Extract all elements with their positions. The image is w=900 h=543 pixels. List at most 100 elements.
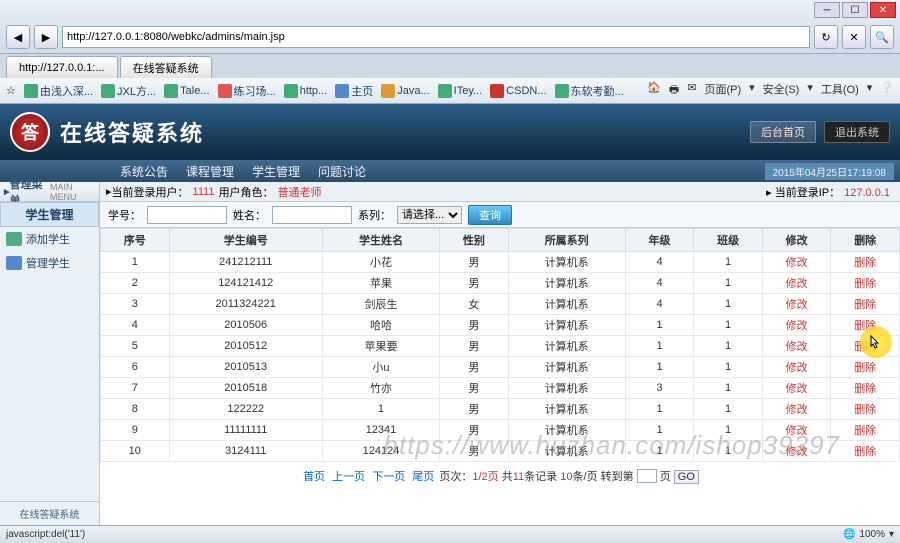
- sidebar-section-student[interactable]: 学生管理: [0, 202, 99, 227]
- table-cell: 男: [440, 315, 509, 336]
- bookmark-icon: [335, 84, 349, 98]
- refresh-button[interactable]: ↻: [814, 25, 838, 49]
- sidebar-item-label: 添加学生: [26, 231, 70, 247]
- col-header: 序号: [101, 229, 170, 252]
- bookmark-icon: [438, 84, 452, 98]
- edit-link[interactable]: 修改: [762, 420, 831, 441]
- search-submit-button[interactable]: 查询: [468, 205, 512, 225]
- table-cell: 竹亦: [322, 378, 439, 399]
- browser-tab-2[interactable]: 在线答疑系统: [120, 56, 212, 78]
- menu-safety[interactable]: 安全(S): [763, 81, 800, 100]
- back-button[interactable]: ◀: [6, 25, 30, 49]
- table-cell: 1: [625, 420, 694, 441]
- table-cell: 4: [101, 315, 170, 336]
- print-icon[interactable]: 🖶: [669, 81, 679, 100]
- table-cell: 计算机系: [508, 441, 625, 462]
- edit-link[interactable]: 修改: [762, 399, 831, 420]
- edit-link[interactable]: 修改: [762, 252, 831, 273]
- edit-link[interactable]: 修改: [762, 294, 831, 315]
- table-cell: 7: [101, 378, 170, 399]
- table-cell: 剑辰生: [322, 294, 439, 315]
- forward-button[interactable]: ▶: [34, 25, 58, 49]
- menu-course[interactable]: 课程管理: [186, 163, 234, 180]
- info-bar: ▸ 当前登录用户：1111 用户角色：普通老师 ▸ 当前登录IP：127.0.0…: [100, 182, 900, 202]
- home-icon[interactable]: 🏠: [647, 81, 661, 100]
- page-go-button[interactable]: GO: [674, 470, 699, 484]
- bookmark-item[interactable]: 东软考勤...: [555, 83, 624, 99]
- home-link[interactable]: 后台首页: [750, 121, 816, 143]
- bookmark-item[interactable]: ITey...: [438, 84, 483, 98]
- delete-link[interactable]: 删除: [831, 336, 900, 357]
- edit-link[interactable]: 修改: [762, 273, 831, 294]
- delete-link[interactable]: 删除: [831, 315, 900, 336]
- page-last[interactable]: 尾页: [412, 471, 434, 483]
- bookmark-item[interactable]: 练习场...: [218, 83, 276, 99]
- table-cell: 1: [101, 252, 170, 273]
- edit-link[interactable]: 修改: [762, 315, 831, 336]
- page-next[interactable]: 下一页: [372, 471, 405, 483]
- delete-link[interactable]: 删除: [831, 357, 900, 378]
- app-header: 答 在线答疑系统 后台首页 退出系统: [0, 104, 900, 160]
- table-cell: 4: [625, 252, 694, 273]
- bookmark-item[interactable]: Tale...: [164, 84, 209, 98]
- table-cell: 8: [101, 399, 170, 420]
- delete-link[interactable]: 删除: [831, 441, 900, 462]
- menu-announce[interactable]: 系统公告: [120, 163, 168, 180]
- app-title: 在线答疑系统: [60, 116, 204, 148]
- bookmark-item[interactable]: 由浅入深...: [24, 83, 93, 99]
- menu-page[interactable]: 页面(P): [704, 81, 741, 100]
- page-first[interactable]: 首页: [303, 471, 325, 483]
- table-cell: 1: [694, 294, 763, 315]
- bookmark-icon: [218, 84, 232, 98]
- stop-button[interactable]: ✕: [842, 25, 866, 49]
- app-logo: 答: [10, 112, 50, 152]
- bookmark-item[interactable]: http...: [284, 84, 328, 98]
- edit-link[interactable]: 修改: [762, 441, 831, 462]
- logout-button[interactable]: 退出系统: [824, 121, 890, 143]
- table-cell: 6: [101, 357, 170, 378]
- help-icon[interactable]: ❔: [880, 81, 894, 100]
- delete-link[interactable]: 删除: [831, 273, 900, 294]
- table-cell: 2010512: [169, 336, 322, 357]
- bookmark-icon: [490, 84, 504, 98]
- bookmark-item[interactable]: Java...: [381, 84, 429, 98]
- menu-question[interactable]: 问题讨论: [318, 163, 366, 180]
- delete-link[interactable]: 删除: [831, 378, 900, 399]
- browser-tab-1[interactable]: http://127.0.0.1:...: [6, 56, 118, 78]
- menu-student[interactable]: 学生管理: [252, 163, 300, 180]
- table-cell: 1: [694, 357, 763, 378]
- delete-link[interactable]: 删除: [831, 294, 900, 315]
- search-button[interactable]: 🔍: [870, 25, 894, 49]
- table-cell: 1: [694, 336, 763, 357]
- sidebar-footer: 在线答疑系统: [0, 501, 99, 525]
- table-cell: 1: [694, 441, 763, 462]
- delete-link[interactable]: 删除: [831, 399, 900, 420]
- table-cell: 2011324221: [169, 294, 322, 315]
- bookmark-item[interactable]: JXL方...: [101, 83, 156, 99]
- bookmark-item[interactable]: CSDN...: [490, 84, 546, 98]
- edit-link[interactable]: 修改: [762, 378, 831, 399]
- minimize-button[interactable]: ─: [814, 2, 840, 18]
- table-row: 62010513小u男计算机系11修改删除: [101, 357, 900, 378]
- page-jump-input[interactable]: [637, 469, 657, 483]
- sidebar-item-manage-student[interactable]: 管理学生: [0, 251, 99, 275]
- page-prev[interactable]: 上一页: [332, 471, 365, 483]
- address-bar[interactable]: http://127.0.0.1:8080/webkc/admins/main.…: [62, 26, 810, 48]
- name-input[interactable]: [272, 206, 352, 224]
- close-button[interactable]: ✕: [870, 2, 896, 18]
- delete-link[interactable]: 删除: [831, 420, 900, 441]
- bookmark-item[interactable]: 主页: [335, 83, 373, 99]
- mail-icon[interactable]: ✉: [687, 81, 696, 100]
- student-id-input[interactable]: [147, 206, 227, 224]
- menu-tools[interactable]: 工具(O): [821, 81, 859, 100]
- table-cell: 男: [440, 252, 509, 273]
- series-select[interactable]: 请选择...: [397, 206, 462, 224]
- table-cell: 小花: [322, 252, 439, 273]
- edit-link[interactable]: 修改: [762, 357, 831, 378]
- edit-link[interactable]: 修改: [762, 336, 831, 357]
- delete-link[interactable]: 删除: [831, 252, 900, 273]
- sidebar-item-add-student[interactable]: 添加学生: [0, 227, 99, 251]
- label-name: 姓名：: [233, 207, 266, 223]
- maximize-button[interactable]: ☐: [842, 2, 868, 18]
- favorites-icon[interactable]: ☆: [6, 84, 16, 97]
